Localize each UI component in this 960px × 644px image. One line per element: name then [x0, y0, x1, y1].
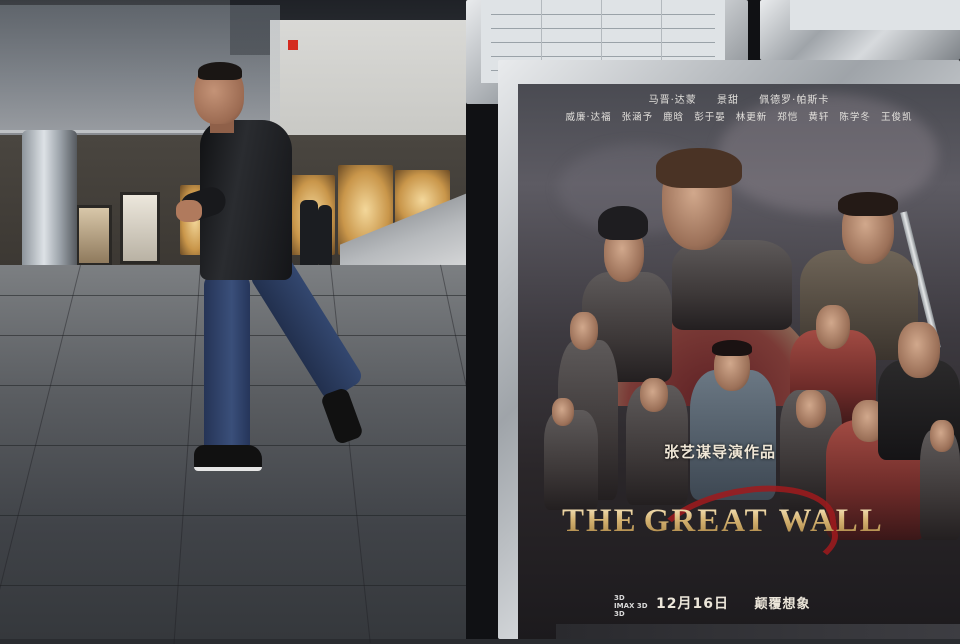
hero-armor [672, 240, 792, 330]
photo-scene: 马晋·达蒙 景甜 佩德罗·帕斯卡 威廉·达福 张涵予 鹿晗 彭于晏 林更新 郑恺… [0, 0, 960, 644]
man-front-shoe [194, 445, 262, 471]
soldier-face-1 [570, 312, 598, 350]
walking-man [170, 60, 370, 480]
movie-title: THE GREAT WALL [562, 503, 942, 540]
format-badge: 3D IMAX 3D 3D [614, 594, 648, 618]
man-front-leg [204, 275, 250, 455]
second-schedule-sheet [790, 0, 960, 30]
far-right-soldier-face [930, 420, 954, 452]
man-hair [198, 62, 242, 80]
bearded-warrior-face [898, 322, 940, 378]
title-the: THE [562, 503, 638, 539]
release-line: 12月16日 颠覆想象 [656, 593, 956, 613]
man-hand [176, 200, 202, 222]
soldier-face-3 [640, 378, 668, 412]
credits-row-2: 威廉·达福 张涵予 鹿晗 彭于晏 林更新 郑恺 黄轩 陈学冬 王俊凯 [565, 112, 913, 123]
title-wall: WALL [778, 503, 884, 539]
exit-sign-light [288, 40, 298, 50]
shop-mannequin-window [76, 205, 112, 266]
cast-credits: 马晋·达蒙 景甜 佩德罗·帕斯卡 威廉·达福 张涵予 鹿晗 彭于晏 林更新 郑恺… [522, 92, 956, 126]
poster-bottom-strip [556, 624, 960, 639]
red-warrior-face-1 [816, 305, 850, 349]
right-warrior-hair [838, 192, 898, 216]
man-back-shoe [319, 386, 365, 446]
heroine-hair [712, 340, 752, 356]
director-credit: 张艺谋导演作品 [664, 443, 777, 461]
release-tagline: 颠覆想象 [754, 597, 811, 612]
left-warrior-helmet [598, 206, 648, 240]
title-great: GREAT [643, 503, 769, 539]
soldier-face-4 [796, 390, 826, 428]
soldier-armor-2 [544, 410, 598, 510]
credits-row-1: 马晋·达蒙 景甜 佩德罗·帕斯卡 [648, 95, 830, 106]
shop-display-window [120, 192, 160, 264]
hero-hair [656, 148, 742, 188]
release-date: 12月16日 [656, 596, 729, 612]
soldier-face-2 [552, 398, 574, 426]
